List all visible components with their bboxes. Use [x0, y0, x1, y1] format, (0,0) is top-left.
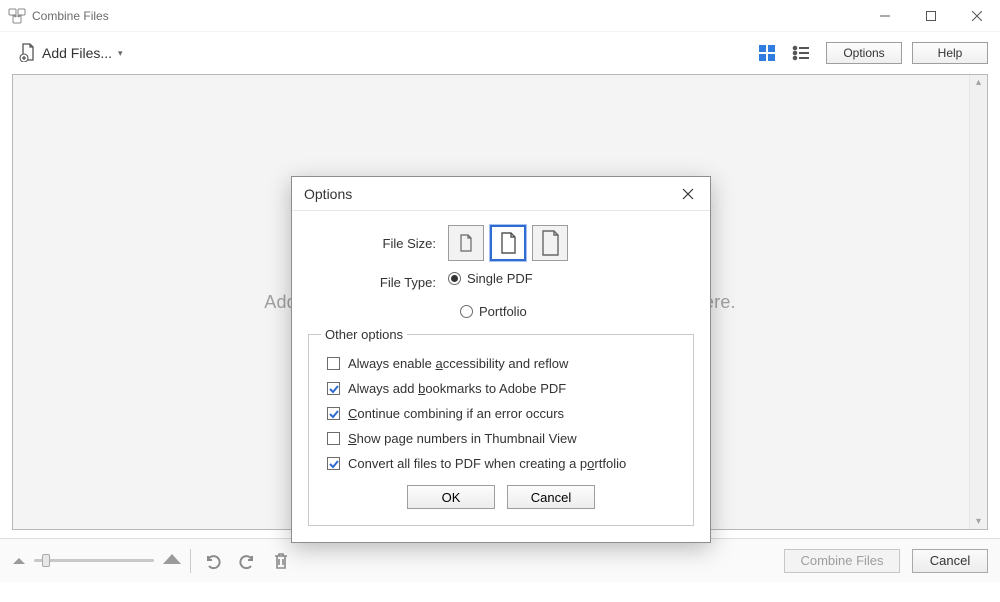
app-icon — [8, 7, 26, 25]
radio-icon — [448, 272, 461, 285]
window-controls — [862, 0, 1000, 32]
file-size-large-button[interactable] — [532, 225, 568, 261]
redo-button[interactable] — [233, 547, 261, 575]
checkbox-continue-on-error[interactable]: Continue combining if an error occurs — [327, 406, 681, 421]
checkbox-icon — [327, 357, 340, 370]
file-size-medium-button[interactable] — [490, 225, 526, 261]
minimize-button[interactable] — [862, 0, 908, 32]
checkbox-label: Always enable accessibility and reflow — [348, 356, 568, 371]
toolbar: Add Files... ▾ Options Help — [0, 32, 1000, 74]
other-options-group: Other options Always enable accessibilit… — [308, 327, 694, 526]
file-type-portfolio-radio[interactable]: Portfolio — [460, 304, 694, 319]
help-button[interactable]: Help — [912, 42, 988, 64]
divider — [190, 549, 191, 573]
checkbox-label: Always add bookmarks to Adobe PDF — [348, 381, 566, 396]
slider-thumb[interactable] — [42, 554, 50, 567]
options-dialog: Options File Size: — [291, 176, 711, 543]
zoom-large-icon — [162, 551, 182, 570]
combine-files-button[interactable]: Combine Files — [784, 549, 900, 573]
checkbox-label: Convert all files to PDF when creating a… — [348, 456, 626, 471]
checkbox-label: Show page numbers in Thumbnail View — [348, 431, 577, 446]
undo-button[interactable] — [199, 547, 227, 575]
chevron-down-icon: ▾ — [118, 48, 123, 59]
file-size-group — [448, 225, 568, 261]
checkbox-icon — [327, 382, 340, 395]
title-bar: Combine Files — [0, 0, 1000, 32]
dialog-body: File Size: File Type: — [292, 211, 710, 542]
radio-label: Single PDF — [467, 271, 533, 286]
thumbnail-view-button[interactable] — [754, 40, 780, 66]
file-size-small-button[interactable] — [448, 225, 484, 261]
radio-icon — [460, 305, 473, 318]
window-title: Combine Files — [32, 9, 862, 23]
scroll-down-icon[interactable]: ▾ — [976, 516, 981, 527]
maximize-button[interactable] — [908, 0, 954, 32]
file-type-group: Single PDF — [448, 271, 533, 294]
zoom-small-icon — [12, 552, 26, 570]
checkbox-bookmarks[interactable]: Always add bookmarks to Adobe PDF — [327, 381, 681, 396]
checkbox-accessibility[interactable]: Always enable accessibility and reflow — [327, 356, 681, 371]
other-options-legend: Other options — [321, 327, 407, 342]
zoom-slider[interactable] — [12, 551, 182, 570]
dialog-ok-button[interactable]: OK — [407, 485, 495, 509]
cancel-button[interactable]: Cancel — [912, 549, 988, 573]
dialog-title: Options — [304, 186, 676, 202]
dialog-cancel-button[interactable]: Cancel — [507, 485, 595, 509]
main-area: Add files using the dropdown or drag and… — [0, 74, 1000, 538]
vertical-scrollbar[interactable]: ▴ ▾ — [969, 75, 987, 529]
scroll-up-icon[interactable]: ▴ — [976, 77, 981, 88]
checkbox-convert-portfolio-pdf[interactable]: Convert all files to PDF when creating a… — [327, 456, 681, 471]
dialog-close-button[interactable] — [676, 182, 700, 206]
checkbox-icon — [327, 432, 340, 445]
file-size-label: File Size: — [308, 236, 448, 251]
close-button[interactable] — [954, 0, 1000, 32]
file-type-label: File Type: — [308, 275, 448, 290]
checkbox-label: Continue combining if an error occurs — [348, 406, 564, 421]
options-button[interactable]: Options — [826, 42, 902, 64]
delete-button[interactable] — [267, 547, 295, 575]
checkbox-icon — [327, 457, 340, 470]
checkbox-show-page-numbers[interactable]: Show page numbers in Thumbnail View — [327, 431, 681, 446]
bottom-bar: Combine Files Cancel — [0, 538, 1000, 582]
dialog-title-bar: Options — [292, 177, 710, 211]
add-file-icon — [18, 42, 38, 65]
dialog-footer: OK Cancel — [321, 471, 681, 513]
add-files-dropdown[interactable]: Add Files... ▾ — [12, 38, 129, 69]
list-view-button[interactable] — [788, 40, 814, 66]
add-files-label: Add Files... — [42, 45, 112, 61]
slider-track[interactable] — [34, 559, 154, 562]
file-type-single-pdf-radio[interactable]: Single PDF — [448, 271, 533, 286]
radio-label: Portfolio — [479, 304, 527, 319]
checkbox-icon — [327, 407, 340, 420]
